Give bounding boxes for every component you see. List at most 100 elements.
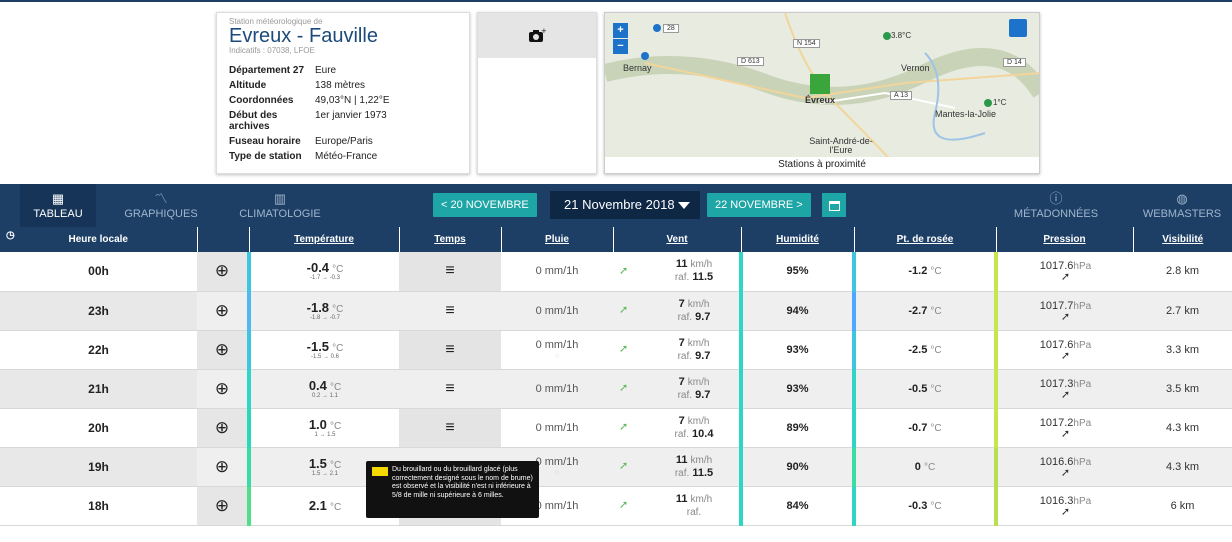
hour-cell: 23h [0,291,197,331]
temp-range: -1.7 → -0.3 [309,275,340,282]
grid-icon: ▦ [51,191,65,206]
svg-text:+: + [541,28,546,35]
dewpoint-cell: -0.3 °C [852,486,996,526]
visibility-cell: 3.3 km [1133,330,1232,370]
plus-circle-icon: ⊕ [214,417,230,437]
plus-circle-icon: ⊕ [214,339,230,359]
dewpoint-cell: -2.5 °C [852,330,996,370]
nearby-stations-map[interactable]: + − 28 N 154 D 613 D 14 A 13 Bernay Évre… [604,12,1040,174]
pressure-cell: 1016.6hPa ➚ [994,447,1133,487]
drop-icon: ◌ [554,351,560,360]
col-visibility[interactable]: Visibilité [1133,227,1232,252]
temp-cell: -1.8 °C -1.8 → -0.7 [247,291,399,331]
detail-key: Coordonnées [229,95,294,106]
detail-value: Eure [315,65,337,76]
fog-icon: ≡ [445,379,455,397]
map-city: Bernay [623,63,652,73]
station-card: Station météorologique de Evreux - Fauvi… [216,12,470,174]
humidity-cell: 89% [741,408,854,448]
rain-cell: 0 mm/1h [501,252,613,292]
detail-value: 1er janvier 1973 [315,110,387,121]
col-humidity[interactable]: Humidité [741,227,855,252]
calendar-button[interactable] [822,193,846,217]
trend-arrow-icon: ➚ [1060,349,1071,362]
col-dewpoint[interactable]: Pt. de rosée [854,227,997,252]
fog-icon: ≡ [445,262,455,280]
expand-row-button[interactable]: ⊕ [197,330,249,370]
humidity-cell: 95% [741,252,854,292]
hour-cell: 21h [0,369,197,409]
date-select[interactable]: 21 Novembre 2018 [550,191,700,219]
expand-row-button[interactable]: ⊕ [197,252,249,292]
prev-date-button[interactable]: < 20 NOVEMBRE [433,193,537,217]
visibility-cell: 6 km [1133,486,1232,526]
tab-graphiques[interactable]: 〽 GRAPHIQUES [118,184,204,227]
add-photo-button[interactable]: + [478,13,596,58]
plus-circle-icon: ⊕ [214,456,230,476]
expand-row-button[interactable]: ⊕ [197,447,249,487]
dewpoint-cell: -1.2 °C [852,252,996,292]
col-temp[interactable]: Température [249,227,400,252]
detail-key: Fuseau horaire [229,136,301,147]
wind-direction-icon: ➚ [619,499,629,512]
photo-panel: + [477,12,597,174]
expand-row-button[interactable]: ⊕ [197,486,249,526]
trend-arrow-icon: ➚ [1060,388,1071,401]
hour-cell: 00h [0,252,197,292]
zoom-in-button[interactable]: + [613,23,628,38]
wind-direction-icon: ➚ [619,421,629,434]
weather-cell[interactable]: ≡ [399,252,501,292]
rain-cell: 0 mm/1h [501,408,613,448]
tab-metadonnees[interactable]: ⓘ MÉTADONNÉES [1010,184,1102,227]
zoom-out-button[interactable]: − [613,39,628,54]
col-wind[interactable]: Vent [613,227,742,252]
wind-direction-icon: ➚ [619,304,629,317]
weather-cell[interactable]: ≡ [399,330,501,370]
col-expand [197,227,250,252]
visibility-cell: 4.3 km [1133,447,1232,487]
tab-label: GRAPHIQUES [124,208,198,220]
fog-icon [372,467,388,476]
trend-arrow-icon: ➚ [1060,271,1071,284]
map-city: Saint-André-de-l'Eure [809,136,873,155]
tab-tableau[interactable]: ▦ TABLEAU [20,184,96,227]
expand-row-button[interactable]: ⊕ [197,408,249,448]
expand-row-button[interactable]: ⊕ [197,369,249,409]
hour-cell: 22h [0,330,197,370]
wind-direction-icon: ➚ [619,265,629,278]
temp-range: -1.8 → -0.7 [309,314,340,321]
visibility-cell: 3.5 km [1133,369,1232,409]
fog-icon: ≡ [445,418,455,436]
clock-icon: ◷ [6,230,15,241]
table-row: 19h⊕1.5 °C1.5 → 2.1≡0 mm/1h◌➚11 km/hraf.… [0,447,1232,487]
detail-value: 138 mètres [315,80,366,91]
wind-direction-icon: ➚ [619,460,629,473]
temp-cell: -1.5 °C -1.5 → 0.6 [247,330,399,370]
tab-webmasters[interactable]: ◍ WEBMASTERS [1134,184,1230,227]
fullscreen-icon[interactable] [1009,19,1027,37]
weather-cell[interactable]: ≡ [399,408,501,448]
next-date-button[interactable]: 22 NOVEMBRE > [707,193,811,217]
hour-cell: 20h [0,408,197,448]
map-city: Évreux [805,95,836,105]
col-weather[interactable]: Temps [399,227,502,252]
caret-down-icon [678,202,690,209]
weather-cell[interactable]: ≡ [399,369,501,409]
dewpoint-cell: 0 °C [852,447,996,487]
tab-label: CLIMATOLOGIE [239,208,321,220]
road-label: N 154 [793,39,820,48]
tab-climatologie[interactable]: ▥ CLIMATOLOGIE [230,184,330,227]
wind-cell: ➚11 km/h raf. 11.5 [613,447,743,487]
col-rain[interactable]: Pluie [501,227,614,252]
humidity-cell: 93% [741,330,854,370]
expand-row-button[interactable]: ⊕ [197,291,249,331]
bar-chart-icon: ▥ [273,191,287,206]
col-pressure[interactable]: Pression [996,227,1134,252]
trend-arrow-icon: ➚ [1060,505,1071,518]
weather-tooltip: Du brouillard ou du brouillard glacé (pl… [366,461,539,518]
pressure-cell: 1017.2hPa ➚ [994,408,1133,448]
wind-direction-icon: ➚ [619,343,629,356]
road-label: 28 [663,24,679,33]
weather-cell[interactable]: ≡ [399,291,501,331]
table-row: 22h ⊕ -1.5 °C -1.5 → 0.6 ≡ 0 mm/1h ◌ ➚7 km/h raf… [0,330,1232,370]
